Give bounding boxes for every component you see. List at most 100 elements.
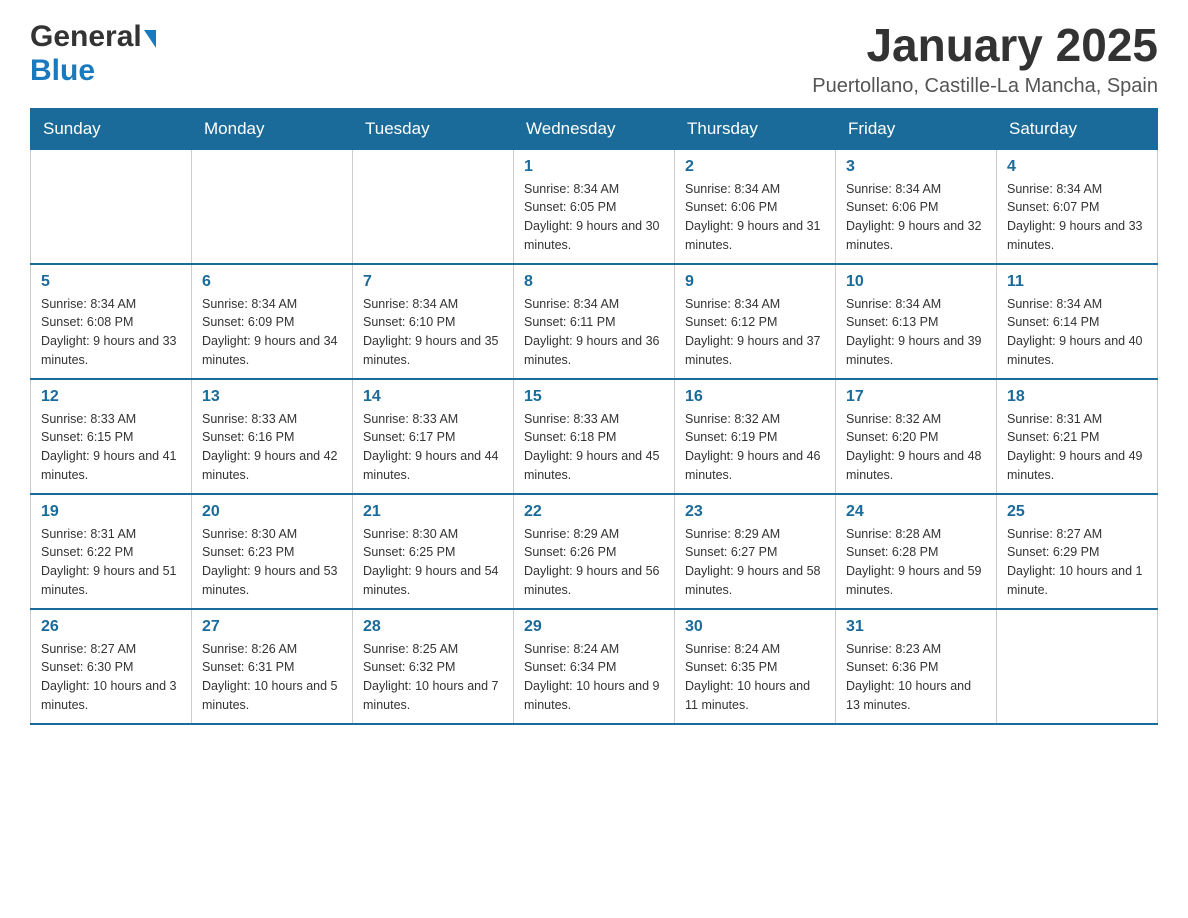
day-info: Sunrise: 8:34 AMSunset: 6:06 PMDaylight:… — [685, 180, 825, 255]
title-block: January 2025 Puertollano, Castille-La Ma… — [812, 20, 1158, 98]
weekday-header-tuesday: Tuesday — [353, 108, 514, 149]
calendar-cell: 15 Sunrise: 8:33 AMSunset: 6:18 PMDayligh… — [514, 379, 675, 494]
calendar-cell — [353, 149, 514, 264]
day-info: Sunrise: 8:32 AMSunset: 6:19 PMDaylight:… — [685, 410, 825, 485]
day-info: Sunrise: 8:34 AMSunset: 6:07 PMDaylight:… — [1007, 180, 1147, 255]
calendar-cell: 7 Sunrise: 8:34 AMSunset: 6:10 PMDaylight… — [353, 264, 514, 379]
location-title: Puertollano, Castille-La Mancha, Spain — [812, 75, 1158, 98]
day-info: Sunrise: 8:31 AMSunset: 6:22 PMDaylight:… — [41, 525, 181, 600]
day-number: 21 — [363, 503, 503, 521]
logo-general: General — [30, 20, 142, 54]
day-number: 17 — [846, 388, 986, 406]
calendar-cell: 26 Sunrise: 8:27 AMSunset: 6:30 PMDayligh… — [31, 609, 192, 724]
calendar-cell: 25 Sunrise: 8:27 AMSunset: 6:29 PMDayligh… — [997, 494, 1158, 609]
day-number: 30 — [685, 618, 825, 636]
calendar-cell: 19 Sunrise: 8:31 AMSunset: 6:22 PMDayligh… — [31, 494, 192, 609]
day-number: 26 — [41, 618, 181, 636]
day-info: Sunrise: 8:34 AMSunset: 6:10 PMDaylight:… — [363, 295, 503, 370]
calendar-cell: 12Sunrise: 8:33 AMSunset: 6:15 PMDayligh… — [31, 379, 192, 494]
weekday-header-wednesday: Wednesday — [514, 108, 675, 149]
calendar-cell: 5 Sunrise: 8:34 AMSunset: 6:08 PMDaylight… — [31, 264, 192, 379]
day-info: Sunrise: 8:24 AMSunset: 6:34 PMDaylight:… — [524, 640, 664, 715]
calendar-cell: 18 Sunrise: 8:31 AMSunset: 6:21 PMDayligh… — [997, 379, 1158, 494]
calendar-cell: 23 Sunrise: 8:29 AMSunset: 6:27 PMDayligh… — [675, 494, 836, 609]
weekday-header-saturday: Saturday — [997, 108, 1158, 149]
day-number: 6 — [202, 273, 342, 291]
day-number: 2 — [685, 158, 825, 176]
month-title: January 2025 — [812, 20, 1158, 71]
logo-blue: Blue — [30, 54, 95, 88]
calendar-header: SundayMondayTuesdayWednesdayThursdayFrid… — [31, 108, 1158, 149]
day-info: Sunrise: 8:26 AMSunset: 6:31 PMDaylight:… — [202, 640, 342, 715]
day-number: 13 — [202, 388, 342, 406]
day-info: Sunrise: 8:34 AMSunset: 6:13 PMDaylight:… — [846, 295, 986, 370]
calendar-cell: 31Sunrise: 8:23 AMSunset: 6:36 PMDayligh… — [836, 609, 997, 724]
day-info: Sunrise: 8:29 AMSunset: 6:26 PMDaylight:… — [524, 525, 664, 600]
day-info: Sunrise: 8:34 AMSunset: 6:11 PMDaylight:… — [524, 295, 664, 370]
day-info: Sunrise: 8:33 AMSunset: 6:17 PMDaylight:… — [363, 410, 503, 485]
calendar-cell: 1Sunrise: 8:34 AMSunset: 6:05 PMDaylight… — [514, 149, 675, 264]
calendar-cell: 29Sunrise: 8:24 AMSunset: 6:34 PMDayligh… — [514, 609, 675, 724]
day-number: 15 — [524, 388, 664, 406]
day-info: Sunrise: 8:33 AMSunset: 6:18 PMDaylight:… — [524, 410, 664, 485]
calendar-cell: 3 Sunrise: 8:34 AMSunset: 6:06 PMDaylight… — [836, 149, 997, 264]
day-info: Sunrise: 8:34 AMSunset: 6:14 PMDaylight:… — [1007, 295, 1147, 370]
day-number: 4 — [1007, 158, 1147, 176]
calendar-cell: 6 Sunrise: 8:34 AMSunset: 6:09 PMDaylight… — [192, 264, 353, 379]
day-number: 11 — [1007, 273, 1147, 291]
day-number: 23 — [685, 503, 825, 521]
day-info: Sunrise: 8:34 AMSunset: 6:06 PMDaylight:… — [846, 180, 986, 255]
day-number: 7 — [363, 273, 503, 291]
day-number: 1 — [524, 158, 664, 176]
day-info: Sunrise: 8:24 AMSunset: 6:35 PMDaylight:… — [685, 640, 825, 715]
calendar-cell — [31, 149, 192, 264]
calendar-cell: 10 Sunrise: 8:34 AMSunset: 6:13 PMDayligh… — [836, 264, 997, 379]
day-info: Sunrise: 8:27 AMSunset: 6:29 PMDaylight:… — [1007, 525, 1147, 600]
day-number: 20 — [202, 503, 342, 521]
day-number: 19 — [41, 503, 181, 521]
day-number: 10 — [846, 273, 986, 291]
day-info: Sunrise: 8:30 AMSunset: 6:23 PMDaylight:… — [202, 525, 342, 600]
day-number: 8 — [524, 273, 664, 291]
day-number: 25 — [1007, 503, 1147, 521]
page-header: General Blue January 2025 Puertollano, C… — [30, 20, 1158, 98]
calendar-week-5: 26 Sunrise: 8:27 AMSunset: 6:30 PMDayligh… — [31, 609, 1158, 724]
day-info: Sunrise: 8:27 AMSunset: 6:30 PMDaylight:… — [41, 640, 181, 715]
calendar-cell: 22 Sunrise: 8:29 AMSunset: 6:26 PMDayligh… — [514, 494, 675, 609]
day-info: Sunrise: 8:34 AMSunset: 6:12 PMDaylight:… — [685, 295, 825, 370]
calendar-cell: 14 Sunrise: 8:33 AMSunset: 6:17 PMDayligh… — [353, 379, 514, 494]
calendar-week-4: 19 Sunrise: 8:31 AMSunset: 6:22 PMDayligh… — [31, 494, 1158, 609]
calendar-cell: 4 Sunrise: 8:34 AMSunset: 6:07 PMDaylight… — [997, 149, 1158, 264]
day-number: 27 — [202, 618, 342, 636]
calendar-cell: 13Sunrise: 8:33 AMSunset: 6:16 PMDayligh… — [192, 379, 353, 494]
weekday-header-friday: Friday — [836, 108, 997, 149]
calendar-cell: 17Sunrise: 8:32 AMSunset: 6:20 PMDayligh… — [836, 379, 997, 494]
calendar-week-3: 12Sunrise: 8:33 AMSunset: 6:15 PMDayligh… — [31, 379, 1158, 494]
day-number: 22 — [524, 503, 664, 521]
logo: General Blue — [30, 20, 156, 88]
weekday-header-sunday: Sunday — [31, 108, 192, 149]
day-number: 16 — [685, 388, 825, 406]
calendar-week-2: 5 Sunrise: 8:34 AMSunset: 6:08 PMDaylight… — [31, 264, 1158, 379]
day-number: 31 — [846, 618, 986, 636]
day-number: 9 — [685, 273, 825, 291]
calendar-week-1: 1Sunrise: 8:34 AMSunset: 6:05 PMDaylight… — [31, 149, 1158, 264]
calendar-cell: 21 Sunrise: 8:30 AMSunset: 6:25 PMDayligh… — [353, 494, 514, 609]
day-number: 28 — [363, 618, 503, 636]
calendar-cell: 24Sunrise: 8:28 AMSunset: 6:28 PMDayligh… — [836, 494, 997, 609]
calendar-cell: 16 Sunrise: 8:32 AMSunset: 6:19 PMDayligh… — [675, 379, 836, 494]
day-number: 14 — [363, 388, 503, 406]
day-number: 5 — [41, 273, 181, 291]
logo-arrow-icon — [144, 30, 156, 48]
day-info: Sunrise: 8:31 AMSunset: 6:21 PMDaylight:… — [1007, 410, 1147, 485]
day-info: Sunrise: 8:30 AMSunset: 6:25 PMDaylight:… — [363, 525, 503, 600]
day-info: Sunrise: 8:34 AMSunset: 6:08 PMDaylight:… — [41, 295, 181, 370]
calendar-cell: 2 Sunrise: 8:34 AMSunset: 6:06 PMDaylight… — [675, 149, 836, 264]
day-info: Sunrise: 8:29 AMSunset: 6:27 PMDaylight:… — [685, 525, 825, 600]
day-number: 18 — [1007, 388, 1147, 406]
day-info: Sunrise: 8:34 AMSunset: 6:09 PMDaylight:… — [202, 295, 342, 370]
calendar-cell: 9 Sunrise: 8:34 AMSunset: 6:12 PMDaylight… — [675, 264, 836, 379]
day-number: 3 — [846, 158, 986, 176]
calendar-cell: 8 Sunrise: 8:34 AMSunset: 6:11 PMDaylight… — [514, 264, 675, 379]
calendar-cell — [997, 609, 1158, 724]
